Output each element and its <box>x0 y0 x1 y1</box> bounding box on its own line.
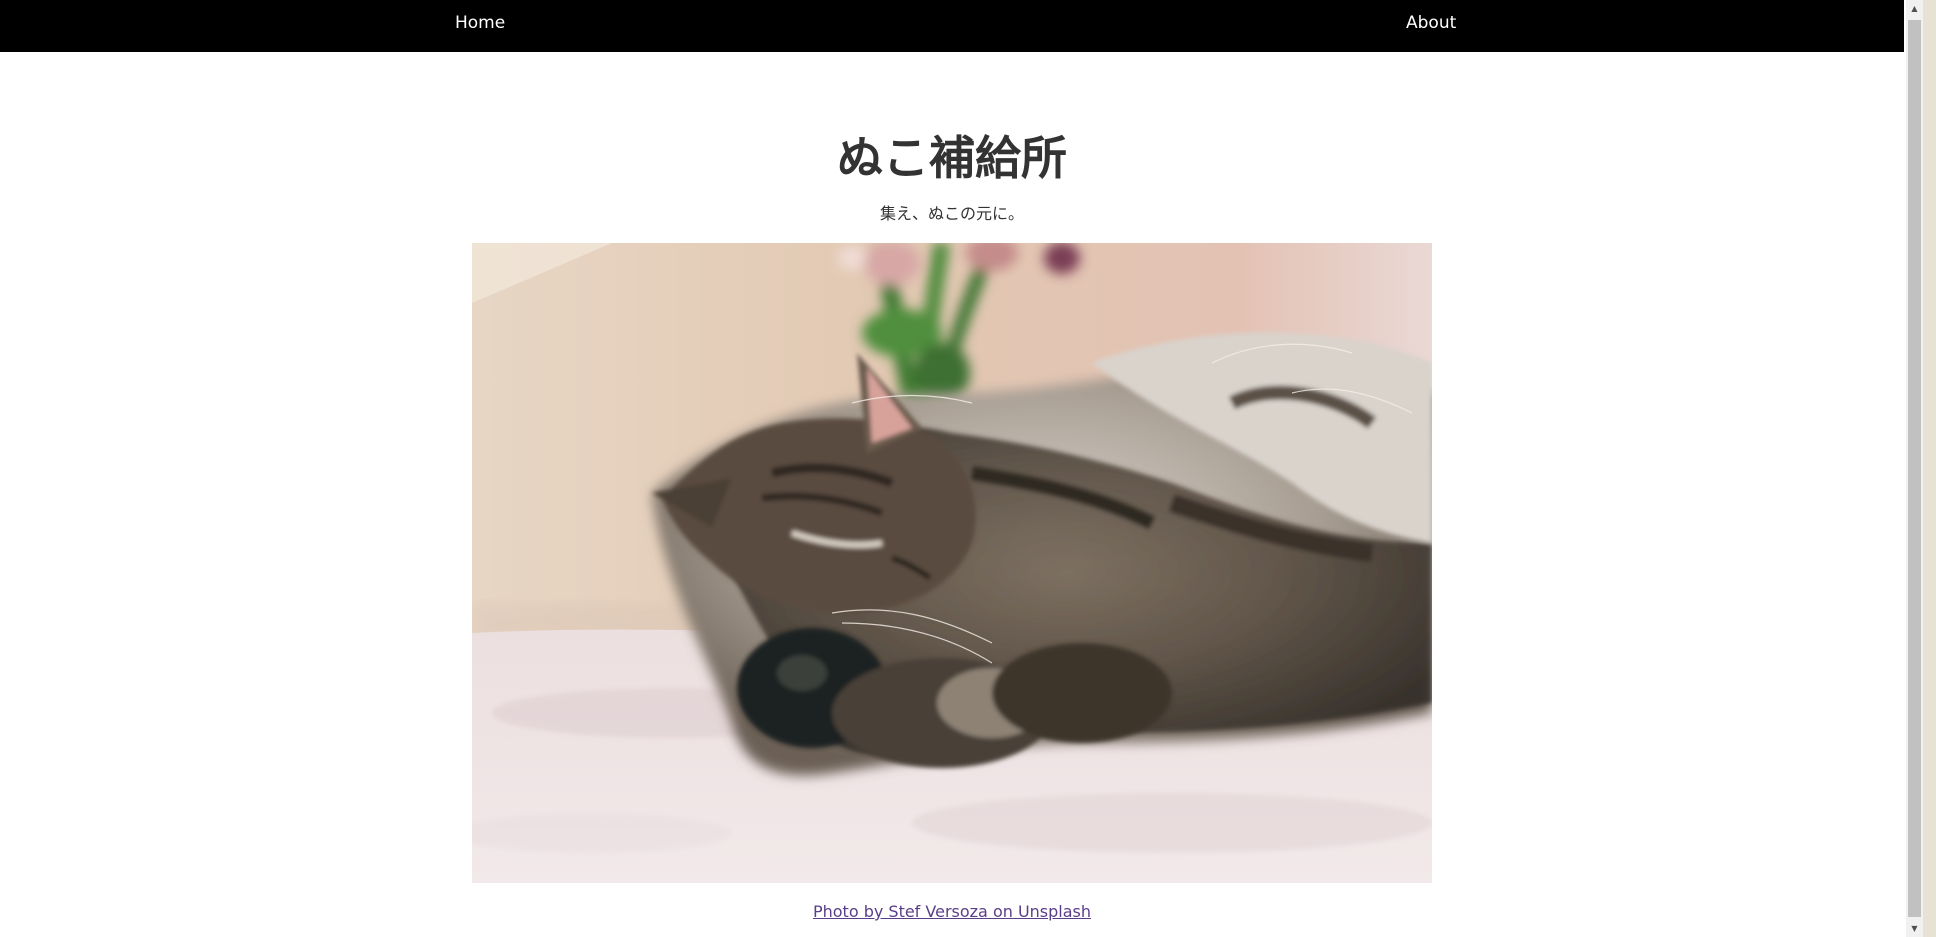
scroll-gutter <box>1923 0 1936 937</box>
cat-photo <box>472 243 1432 883</box>
scroll-thumb[interactable] <box>1908 20 1921 917</box>
photo-credit: Photo by Stef Versoza on Unsplash <box>0 900 1904 924</box>
site-tagline: 集え、ぬこの元に。 <box>879 204 1024 223</box>
nav-about-link[interactable]: About <box>1406 0 1456 47</box>
photo-credit-link[interactable]: Photo by Stef Versoza on Unsplash <box>813 902 1091 921</box>
triangle-down-icon[interactable]: ▼ <box>1906 920 1923 937</box>
triangle-up-icon[interactable]: ▲ <box>1906 0 1923 17</box>
nav-home-link[interactable]: Home <box>455 0 505 47</box>
top-navbar: Home About <box>0 0 1904 52</box>
page: Home About ぬこ補給所 集え、ぬこの元に。 Photo by Stef… <box>0 0 1904 937</box>
site-title: ぬこ補給所 <box>837 131 1067 185</box>
